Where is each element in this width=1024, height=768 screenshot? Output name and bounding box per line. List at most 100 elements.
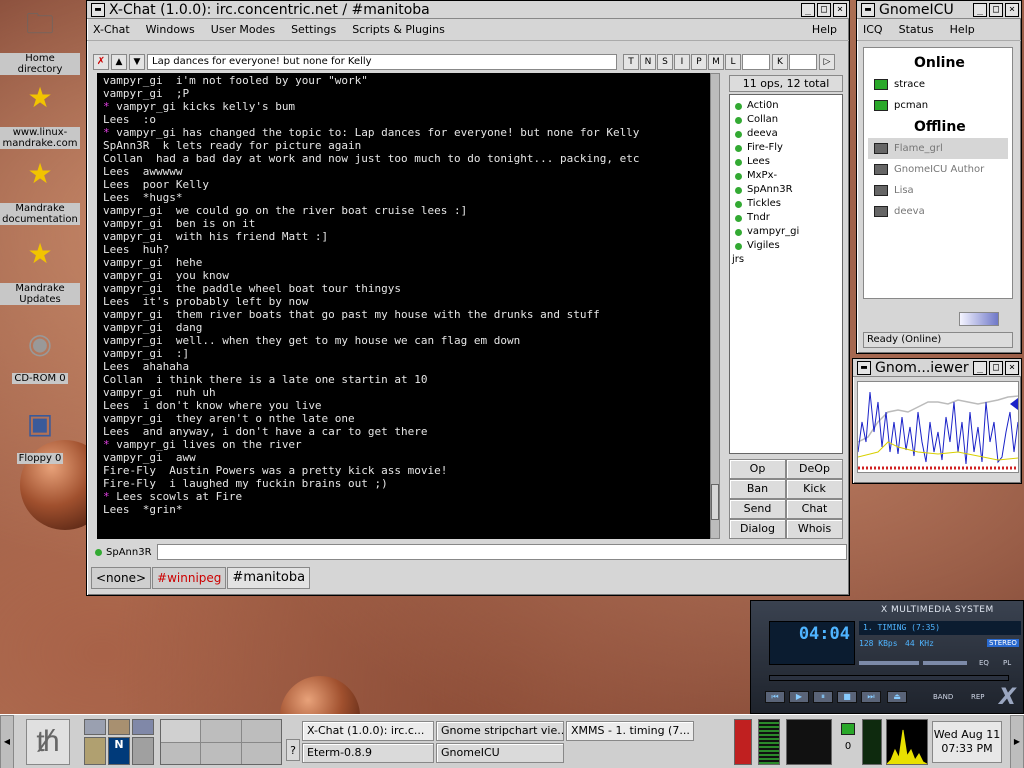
arrow-down-icon[interactable]: ▼ bbox=[129, 54, 145, 70]
arrow-up-icon[interactable]: ▲ bbox=[111, 54, 127, 70]
chat-nick[interactable]: Collan bbox=[103, 152, 143, 165]
mode-k-button[interactable]: K bbox=[772, 54, 788, 70]
menu-settings[interactable]: Settings bbox=[291, 23, 336, 36]
ban-button[interactable]: Ban bbox=[729, 479, 786, 499]
gnome-foot-icon[interactable]: ᵺ bbox=[26, 719, 70, 765]
pager[interactable] bbox=[160, 719, 282, 765]
chat-nick[interactable]: Lees bbox=[103, 399, 130, 412]
my-nick[interactable]: SpAnn3R bbox=[91, 547, 157, 558]
tasklist-help[interactable]: ? bbox=[286, 739, 300, 761]
contact-offline[interactable]: deeva bbox=[868, 201, 1008, 222]
menu-help[interactable]: Help bbox=[812, 23, 837, 36]
desktop-icon[interactable]: ★ Mandrake documentation bbox=[0, 156, 80, 225]
topic-field[interactable]: Lap dances for everyone! but none for Ke… bbox=[147, 54, 617, 70]
launcher-icon[interactable] bbox=[84, 736, 106, 765]
chat-nick[interactable]: Fire-Fly bbox=[103, 477, 156, 490]
launcher-icon[interactable] bbox=[84, 719, 106, 735]
chat-nick[interactable]: Collan bbox=[103, 373, 143, 386]
chat-nick[interactable]: Lees bbox=[103, 243, 130, 256]
pager-desk[interactable] bbox=[241, 720, 281, 742]
maximize-button[interactable]: □ bbox=[989, 360, 1003, 375]
minimize-button[interactable]: _ bbox=[973, 360, 987, 375]
chat-nick[interactable]: Lees bbox=[103, 113, 130, 126]
message-input[interactable] bbox=[157, 544, 847, 560]
maximize-button[interactable]: □ bbox=[989, 2, 1003, 17]
desktop-icon[interactable]: ★ Mandrake Updates bbox=[0, 236, 80, 305]
tab-manitoba[interactable]: #manitoba bbox=[227, 567, 311, 589]
clock-applet[interactable]: Wed Aug 11 07:33 PM bbox=[932, 721, 1002, 763]
window-menu-icon[interactable]: ▬ bbox=[861, 2, 875, 17]
chat-nick[interactable]: vampyr_gi bbox=[103, 386, 163, 399]
nick-list-item[interactable]: Tickles bbox=[732, 197, 840, 211]
pager-desk[interactable] bbox=[201, 720, 241, 742]
nick-list-item[interactable]: Vigiles bbox=[732, 239, 840, 253]
status-button[interactable] bbox=[959, 312, 999, 326]
pager-desk[interactable] bbox=[161, 720, 201, 742]
arrow-right-icon[interactable]: ▷ bbox=[819, 54, 835, 70]
menu-status[interactable]: Status bbox=[899, 23, 934, 36]
contact-offline[interactable]: Lisa bbox=[868, 180, 1008, 201]
launcher-icon[interactable]: N bbox=[108, 736, 130, 765]
nick-list[interactable]: Acti0n Collan deeva Fire-Fly Lees MxPx- SpAnn3… bbox=[729, 94, 843, 454]
menu-xchat[interactable]: X-Chat bbox=[93, 23, 130, 36]
mode-s-button[interactable]: S bbox=[657, 54, 673, 70]
limit-field[interactable] bbox=[742, 54, 770, 70]
next-button[interactable]: ⏭ bbox=[861, 691, 881, 703]
panel-hide-left-button[interactable]: ◀ bbox=[0, 715, 14, 768]
chat-nick[interactable]: Lees bbox=[103, 295, 130, 308]
contact-list[interactable]: Online strace pcman Offline Flame_grl GnomeIC… bbox=[863, 47, 1013, 299]
chat-nick[interactable]: vampyr_gi bbox=[103, 412, 163, 425]
desktop-icon[interactable]: ★ www.linux-mandrake.com bbox=[0, 80, 80, 149]
nick-list-item[interactable]: Collan bbox=[732, 113, 840, 127]
key-field[interactable] bbox=[789, 54, 817, 70]
menu-windows[interactable]: Windows bbox=[146, 23, 195, 36]
op-button[interactable]: Op bbox=[729, 459, 786, 479]
menu-scripts-plugins[interactable]: Scripts & Plugins bbox=[352, 23, 445, 36]
chat-nick[interactable]: vampyr_gi bbox=[103, 230, 163, 243]
chat-nick[interactable]: vampyr_gi bbox=[103, 282, 163, 295]
cd-player-applet[interactable] bbox=[786, 719, 832, 765]
chat-nick[interactable]: vampyr_gi bbox=[103, 451, 163, 464]
chat-nick[interactable]: vampyr_gi bbox=[103, 334, 163, 347]
menu-help[interactable]: Help bbox=[950, 23, 975, 36]
mail-applet[interactable]: 0 bbox=[838, 719, 858, 765]
nick-list-item[interactable]: deeva bbox=[732, 127, 840, 141]
panel-hide-right-button[interactable]: ▶ bbox=[1010, 715, 1024, 768]
close-button[interactable]: × bbox=[1005, 2, 1019, 17]
xmms-balance-slider[interactable] bbox=[923, 661, 967, 665]
xmms-volume-slider[interactable] bbox=[859, 661, 919, 665]
stop-button[interactable]: ■ bbox=[837, 691, 857, 703]
pager-desk[interactable] bbox=[201, 742, 241, 764]
mode-n-button[interactable]: N bbox=[640, 54, 656, 70]
kick-button[interactable]: Kick bbox=[786, 479, 843, 499]
nick-list-item[interactable]: Acti0n bbox=[732, 99, 840, 113]
chat-nick[interactable]: Lees bbox=[103, 165, 130, 178]
chat-nick[interactable]: vampyr_gi bbox=[103, 256, 163, 269]
desktop-icon[interactable]: ▣ Floppy 0 bbox=[0, 406, 80, 464]
nick-list-item[interactable]: MxPx- bbox=[732, 169, 840, 183]
task-gnomeicu[interactable]: GnomeICU bbox=[436, 743, 564, 763]
scrollbar-thumb[interactable] bbox=[711, 484, 719, 520]
whois-button[interactable]: Whois bbox=[786, 519, 843, 539]
tab-none[interactable]: <none> bbox=[91, 567, 152, 589]
desktop-icon[interactable]: 🗀 Home directory bbox=[0, 6, 80, 75]
task-xmms[interactable]: XMMS - 1. timing (7... bbox=[566, 721, 694, 741]
nick-list-item[interactable]: jrs bbox=[732, 253, 840, 267]
mode-l-button[interactable]: L bbox=[725, 54, 741, 70]
chat-nick[interactable]: vampyr_gi bbox=[103, 321, 163, 334]
chat-nick[interactable]: vampyr_gi bbox=[103, 217, 163, 230]
chat-nick[interactable]: Lees bbox=[103, 425, 130, 438]
menu-user-modes[interactable]: User Modes bbox=[211, 23, 275, 36]
xmms-time-display[interactable]: 04:04 bbox=[769, 621, 855, 665]
window-menu-icon[interactable]: ▬ bbox=[857, 360, 871, 375]
task-stripchart[interactable]: Gnome stripchart vie... bbox=[436, 721, 564, 741]
chat-nick[interactable]: vampyr_gi bbox=[103, 87, 163, 100]
xchat-titlebar[interactable]: ▬ X-Chat (1.0.0): irc.concentric.net / #… bbox=[87, 1, 849, 19]
chat-nick[interactable]: vampyr_gi bbox=[103, 74, 163, 87]
mode-m-button[interactable]: M bbox=[708, 54, 724, 70]
xmms-song-title[interactable]: 1. TIMING (7:35) bbox=[859, 621, 1021, 635]
chat-nick[interactable]: Lees bbox=[103, 191, 130, 204]
nick-list-item[interactable]: Lees bbox=[732, 155, 840, 169]
xmms-seek-bar[interactable] bbox=[769, 675, 1009, 681]
mode-p-button[interactable]: P bbox=[691, 54, 707, 70]
